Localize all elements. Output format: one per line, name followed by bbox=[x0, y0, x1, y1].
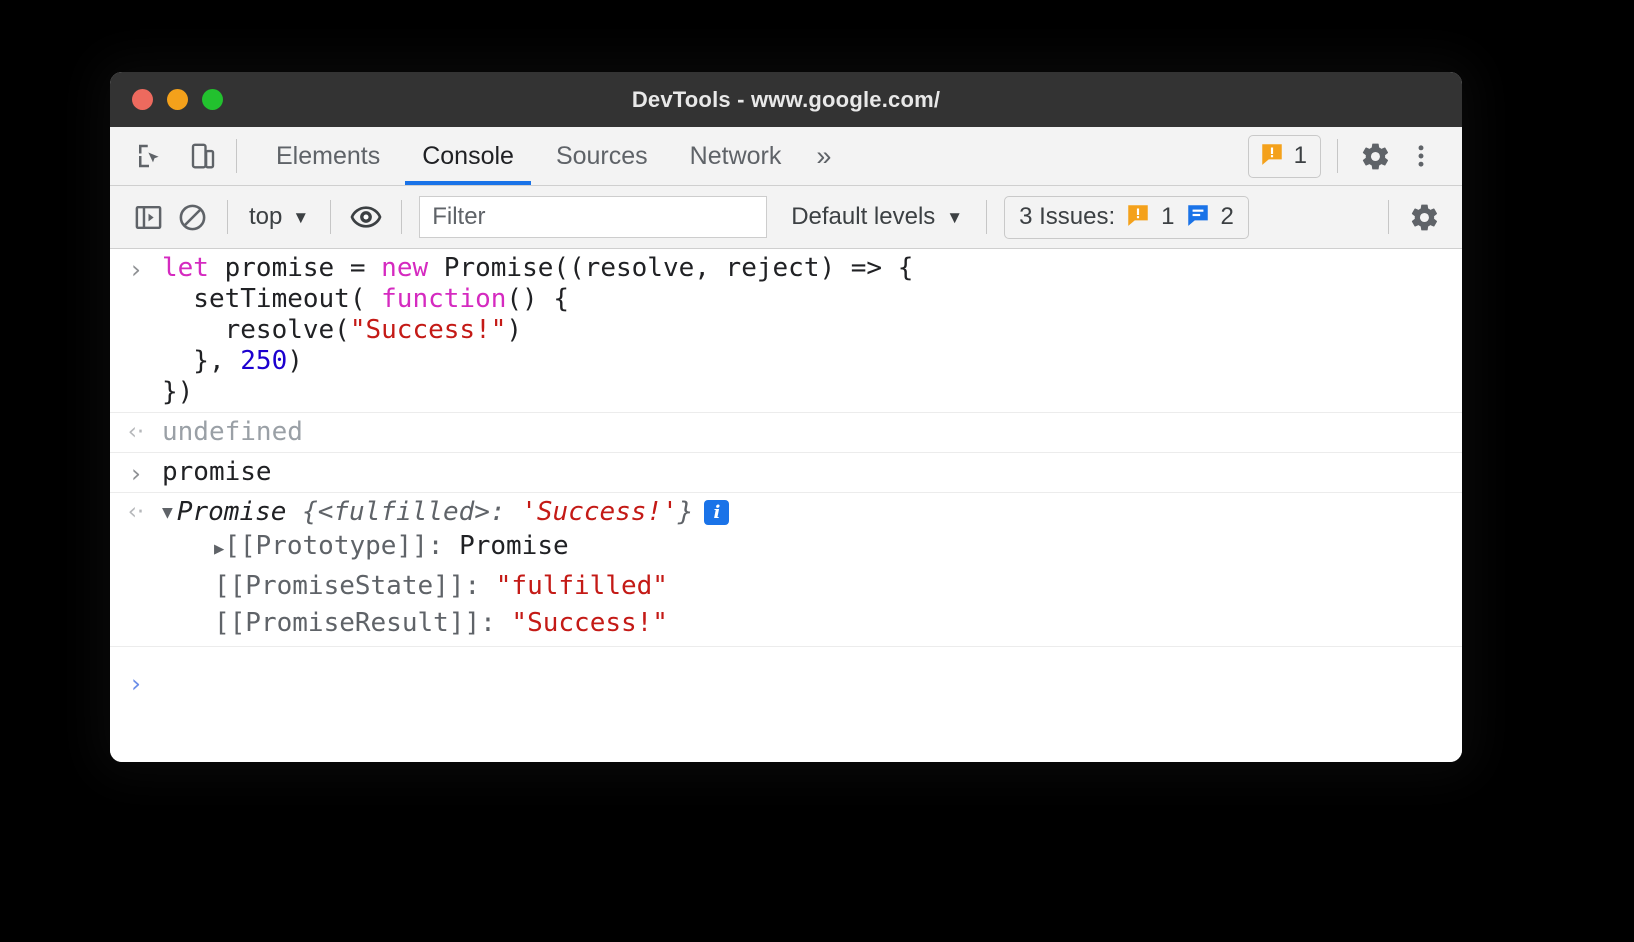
object-class-name: Promise bbox=[176, 497, 287, 527]
info-message-icon bbox=[1185, 202, 1211, 233]
more-tabs-icon[interactable]: » bbox=[802, 127, 845, 185]
property-row-promiseresult[interactable]: [[PromiseResult]]: "Success!" bbox=[214, 605, 729, 642]
devtools-window: DevTools - www.google.com/ Elements Cons… bbox=[110, 72, 1462, 762]
minimize-window-button[interactable] bbox=[167, 89, 188, 110]
close-window-button[interactable] bbox=[132, 89, 153, 110]
divider bbox=[227, 200, 228, 234]
warning-count-label: 1 bbox=[1293, 142, 1307, 169]
console-input-entry[interactable]: › promise bbox=[110, 453, 1462, 493]
property-name: [[PromiseResult]] bbox=[214, 608, 481, 638]
log-levels-label: Default levels bbox=[791, 203, 936, 230]
property-name: [[PromiseState]] bbox=[214, 571, 465, 601]
prompt-gutter: › bbox=[110, 667, 162, 696]
object-properties: ▶[[Prototype]]: Promise [[PromiseState]]… bbox=[162, 528, 729, 642]
maximize-window-button[interactable] bbox=[202, 89, 223, 110]
preview-colon: : bbox=[489, 497, 522, 527]
divider bbox=[330, 200, 332, 234]
divider bbox=[1388, 200, 1389, 234]
tab-bar-right-icons: 1 bbox=[1247, 127, 1462, 185]
property-value: Promise bbox=[459, 531, 569, 561]
preview-open-brace: { bbox=[286, 497, 318, 527]
console-input-code: let promise = new Promise((resolve, reje… bbox=[162, 253, 914, 407]
issues-warning-count: 1 bbox=[1161, 203, 1175, 230]
console-toolbar: top ▼ Filter Default levels ▼ 3 Issues: … bbox=[110, 186, 1462, 249]
execution-context-label: top bbox=[249, 203, 283, 230]
console-output-value: undefined bbox=[162, 417, 303, 447]
tab-sources[interactable]: Sources bbox=[535, 127, 669, 185]
expand-triangle-icon[interactable]: ▼ bbox=[162, 497, 173, 528]
console-toolbar-right bbox=[1375, 195, 1446, 239]
issues-button[interactable]: 3 Issues: 1 2 bbox=[1004, 195, 1249, 239]
chevron-down-icon: ▼ bbox=[946, 207, 964, 227]
output-gutter: ‹· bbox=[110, 417, 162, 444]
info-badge-icon[interactable]: i bbox=[704, 500, 730, 525]
devtools-tab-bar: Elements Console Sources Network » 1 bbox=[110, 127, 1462, 186]
warning-message-icon bbox=[1259, 141, 1285, 172]
output-chevron-icon: ‹· bbox=[127, 419, 145, 445]
tab-network[interactable]: Network bbox=[669, 127, 803, 185]
kebab-menu-icon[interactable] bbox=[1400, 135, 1442, 177]
property-row-prototype[interactable]: ▶[[Prototype]]: Promise bbox=[214, 528, 729, 568]
filter-input[interactable]: Filter bbox=[419, 196, 768, 238]
issues-info-count: 2 bbox=[1220, 203, 1234, 230]
warning-message-icon bbox=[1125, 202, 1151, 233]
object-preview-line[interactable]: ▼ Promise {<fulfilled>: 'Success!'} i bbox=[162, 497, 730, 528]
title-bar: DevTools - www.google.com/ bbox=[110, 72, 1462, 127]
tab-bar-left-icons bbox=[110, 127, 224, 185]
divider bbox=[401, 200, 403, 234]
prompt-chevron-icon: › bbox=[131, 668, 141, 698]
window-controls bbox=[110, 89, 223, 110]
prompt-gutter: › bbox=[110, 457, 162, 486]
issues-label: 3 Issues: bbox=[1019, 203, 1116, 230]
output-chevron-icon: ‹· bbox=[127, 499, 145, 525]
preview-close-brace: } bbox=[677, 497, 694, 527]
warning-count-badge[interactable]: 1 bbox=[1247, 134, 1321, 178]
chevron-down-icon: ▼ bbox=[292, 207, 310, 227]
property-value: "Success!" bbox=[511, 608, 668, 638]
divider bbox=[236, 139, 237, 173]
promise-state-key: <fulfilled> bbox=[317, 497, 490, 527]
property-separator: : bbox=[427, 531, 460, 561]
console-sidebar-icon[interactable] bbox=[126, 195, 170, 239]
prompt-gutter: › bbox=[110, 253, 162, 282]
device-toolbar-icon[interactable] bbox=[182, 135, 224, 177]
property-value: "fulfilled" bbox=[495, 571, 668, 601]
console-input-code: promise bbox=[162, 457, 272, 487]
live-expression-icon[interactable] bbox=[344, 195, 388, 239]
tab-console[interactable]: Console bbox=[401, 127, 535, 185]
console-object-entry[interactable]: ‹· ▼ Promise {<fulfilled>: 'Success!'} i ▶… bbox=[110, 493, 1462, 647]
output-gutter: ‹· bbox=[110, 497, 162, 524]
property-separator: : bbox=[464, 571, 496, 601]
panel-tabs: Elements Console Sources Network » bbox=[255, 127, 845, 185]
console-output-entry[interactable]: ‹· undefined bbox=[110, 413, 1462, 453]
property-separator: : bbox=[480, 608, 512, 638]
promise-object-tree[interactable]: ▼ Promise {<fulfilled>: 'Success!'} i ▶[[P… bbox=[162, 497, 730, 642]
divider bbox=[986, 200, 988, 234]
divider bbox=[1337, 139, 1338, 173]
promise-value-preview: 'Success!' bbox=[521, 497, 678, 527]
collapse-triangle-icon[interactable]: ▶ bbox=[214, 531, 224, 568]
input-chevron-icon: › bbox=[131, 255, 141, 284]
log-levels-select[interactable]: Default levels ▼ bbox=[781, 203, 973, 231]
console-input-entry[interactable]: › let promise = new Promise((resolve, re… bbox=[110, 249, 1462, 413]
window-title: DevTools - www.google.com/ bbox=[631, 86, 941, 112]
gear-icon[interactable] bbox=[1402, 195, 1446, 239]
console-output[interactable]: › let promise = new Promise((resolve, re… bbox=[110, 249, 1462, 762]
property-name: [[Prototype]] bbox=[224, 531, 428, 561]
console-prompt-row[interactable]: › bbox=[110, 647, 1462, 715]
tab-elements[interactable]: Elements bbox=[255, 127, 401, 185]
gear-icon[interactable] bbox=[1354, 135, 1396, 177]
screen: DevTools - www.google.com/ Elements Cons… bbox=[0, 0, 1634, 942]
clear-console-icon[interactable] bbox=[170, 195, 214, 239]
filter-placeholder: Filter bbox=[432, 203, 486, 230]
execution-context-select[interactable]: top ▼ bbox=[241, 203, 317, 231]
property-row-promisestate[interactable]: [[PromiseState]]: "fulfilled" bbox=[214, 568, 729, 605]
input-chevron-icon: › bbox=[131, 459, 141, 488]
inspect-element-icon[interactable] bbox=[128, 135, 170, 177]
